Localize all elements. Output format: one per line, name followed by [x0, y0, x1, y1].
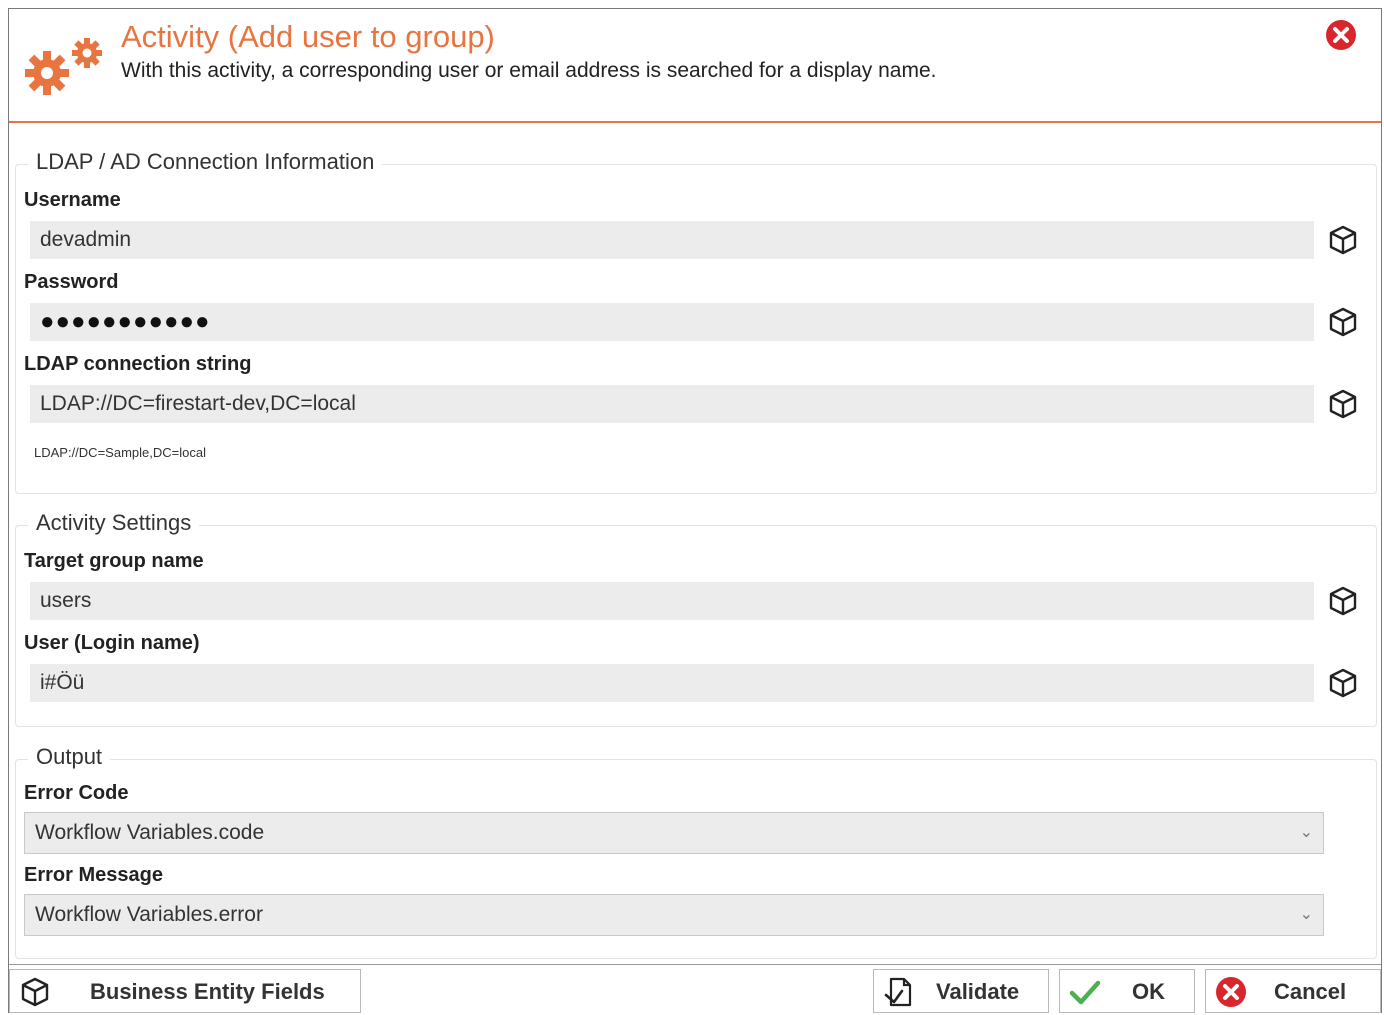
validate-button[interactable]: Validate	[873, 969, 1049, 1013]
business-entity-fields-button[interactable]: Business Entity Fields	[9, 969, 361, 1013]
gears-icon	[25, 38, 102, 95]
ldap-group-legend: LDAP / AD Connection Information	[28, 149, 383, 175]
username-input[interactable]: devadmin	[30, 221, 1314, 259]
validate-label: Validate	[936, 979, 1020, 1004]
connection-string-hint: LDAP://DC=Sample,DC=local	[34, 445, 206, 460]
connection-string-input[interactable]: LDAP://DC=firestart-dev,DC=local	[30, 385, 1314, 423]
connection-string-label: LDAP connection string	[24, 353, 252, 375]
close-icon[interactable]	[1325, 19, 1357, 51]
error-message-value: Workflow Variables.error	[35, 903, 263, 926]
error-code-select[interactable]: Workflow Variables.code ⌄	[24, 812, 1324, 854]
output-group-legend: Output	[28, 744, 111, 770]
cancel-button[interactable]: Cancel	[1205, 969, 1381, 1013]
error-code-value: Workflow Variables.code	[35, 821, 265, 844]
activity-settings-group: Activity Settings Target group name user…	[15, 510, 1377, 727]
dialog-header: Activity (Add user to group) With this a…	[9, 9, 1381, 123]
dialog-footer: Business Entity Fields Validate OK Cance…	[9, 964, 1381, 1013]
ok-button[interactable]: OK	[1059, 969, 1195, 1013]
cancel-circle-icon	[1216, 977, 1246, 1007]
error-message-label: Error Message	[24, 864, 163, 886]
user-login-input[interactable]: i#Öü	[30, 664, 1314, 702]
cube-icon[interactable]	[1326, 305, 1360, 339]
cube-icon	[21, 977, 49, 1007]
ok-label: OK	[1132, 979, 1165, 1004]
validate-doc-icon	[884, 977, 912, 1007]
cube-icon[interactable]	[1326, 666, 1360, 700]
cube-icon[interactable]	[1326, 584, 1360, 618]
dialog-subtitle: With this activity, a corresponding user…	[121, 59, 937, 82]
checkmark-icon	[1069, 980, 1101, 1005]
dialog-title: Activity (Add user to group)	[121, 19, 495, 54]
cancel-label: Cancel	[1274, 979, 1347, 1004]
user-login-label: User (Login name)	[24, 632, 200, 654]
activity-dialog: Activity (Add user to group) With this a…	[8, 8, 1382, 1013]
chevron-down-icon[interactable]: ⌄	[1300, 813, 1313, 853]
output-group: Output Error Code Workflow Variables.cod…	[15, 744, 1377, 959]
target-group-label: Target group name	[24, 550, 204, 572]
cube-icon[interactable]	[1326, 387, 1360, 421]
ldap-connection-group: LDAP / AD Connection Information Usernam…	[15, 149, 1377, 494]
chevron-down-icon[interactable]: ⌄	[1300, 895, 1313, 935]
password-input[interactable]: ●●●●●●●●●●●	[30, 303, 1314, 341]
username-label: Username	[24, 189, 121, 211]
cube-icon[interactable]	[1326, 223, 1360, 257]
activity-group-legend: Activity Settings	[28, 510, 200, 536]
error-message-select[interactable]: Workflow Variables.error ⌄	[24, 894, 1324, 936]
password-label: Password	[24, 271, 119, 293]
business-entity-fields-label: Business Entity Fields	[90, 979, 325, 1004]
target-group-input[interactable]: users	[30, 582, 1314, 620]
error-code-label: Error Code	[24, 782, 129, 804]
